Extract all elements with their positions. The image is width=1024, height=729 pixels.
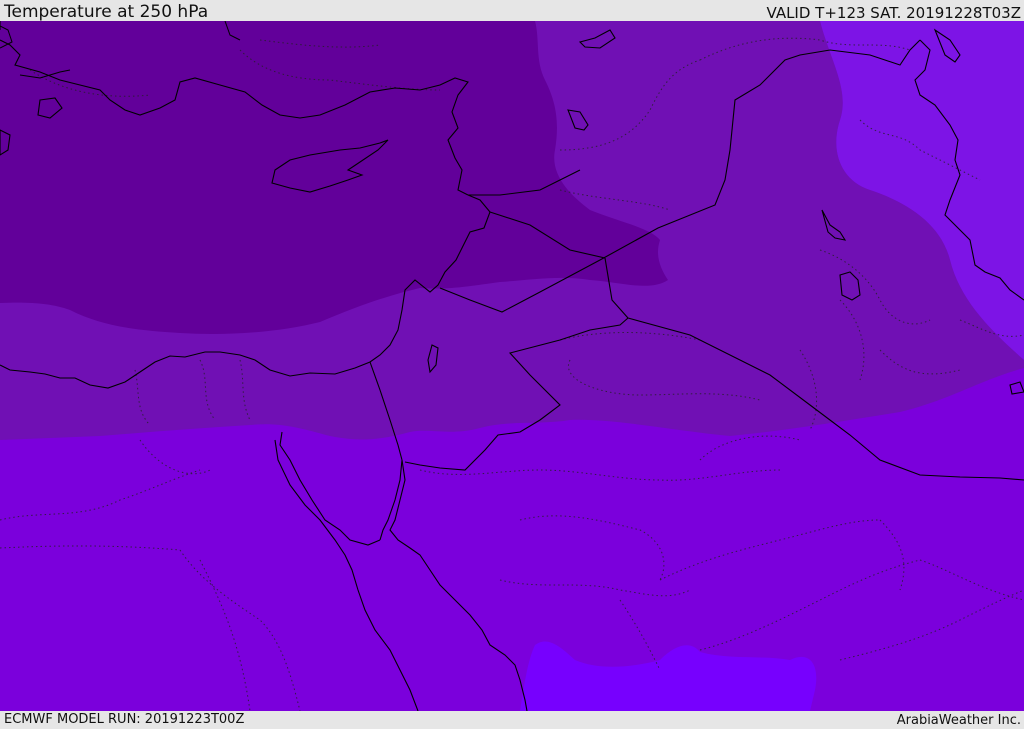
credit: ArabiaWeather Inc. (896, 713, 1021, 728)
footer-bar: ECMWF MODEL RUN: 20191223T00Z ArabiaWeat… (0, 711, 1024, 729)
valid-time: VALID T+123 SAT. 20191228T03Z (766, 4, 1021, 22)
model-run: ECMWF MODEL RUN: 20191223T00Z (4, 712, 245, 727)
header-bar: Temperature at 250 hPa VALID T+123 SAT. … (0, 0, 1024, 22)
weather-map[interactable] (0, 21, 1024, 711)
map-title: Temperature at 250 hPa (4, 2, 209, 22)
